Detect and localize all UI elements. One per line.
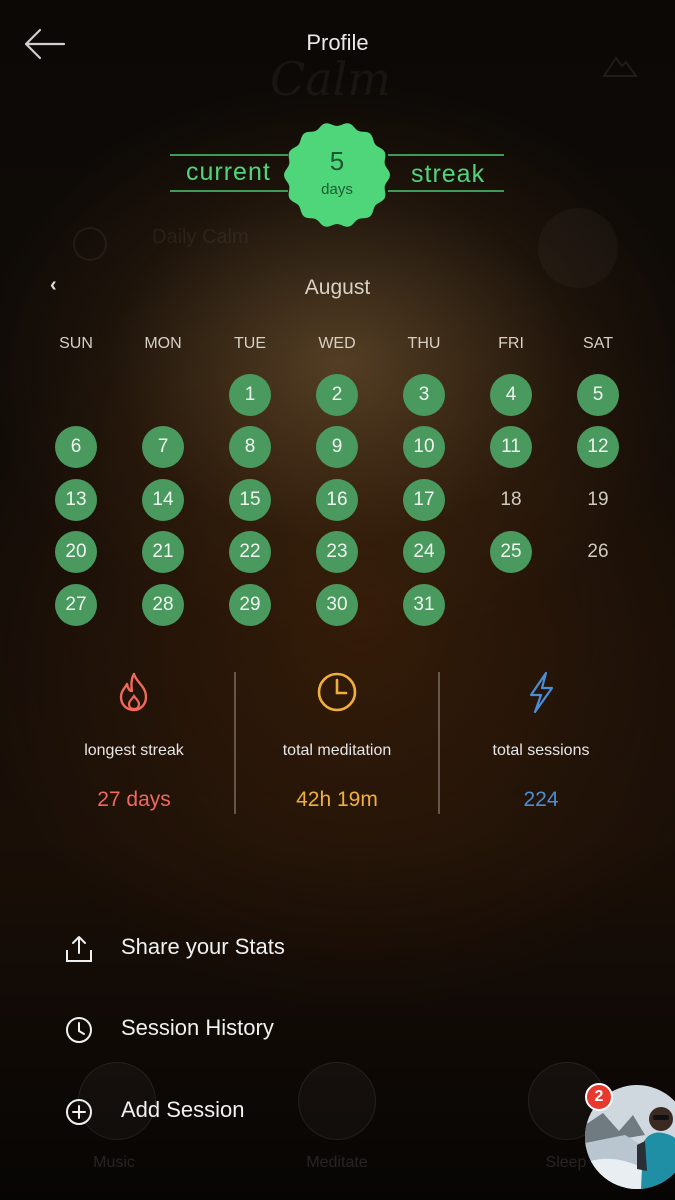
clock-icon bbox=[66, 1017, 92, 1043]
calendar-day[interactable]: 9 bbox=[316, 426, 358, 468]
streak-line-left-bottom bbox=[170, 190, 288, 192]
calendar-day[interactable]: 22 bbox=[229, 531, 271, 573]
weekday-tue: TUE bbox=[234, 335, 266, 352]
calendar-day[interactable]: 3 bbox=[403, 374, 445, 416]
calendar-day[interactable]: 15 bbox=[229, 479, 271, 521]
plus-circle-icon bbox=[66, 1099, 92, 1125]
calendar-day[interactable]: 2 bbox=[316, 374, 358, 416]
streak-line-left-top bbox=[170, 154, 288, 156]
streak-line-right-bottom bbox=[388, 190, 504, 192]
stat-divider bbox=[438, 672, 440, 814]
weekday-mon: MON bbox=[144, 335, 182, 352]
share-stats-label: Share your Stats bbox=[121, 934, 285, 959]
calendar-day[interactable]: 31 bbox=[403, 584, 445, 626]
weekday-fri: FRI bbox=[498, 335, 524, 352]
background-logo: Calm bbox=[270, 52, 391, 106]
stat-longest-streak-label: longest streak bbox=[84, 742, 184, 759]
background-daily-calm: Daily Calm bbox=[152, 226, 249, 248]
ghost-nav-music-label: Music bbox=[93, 1154, 135, 1171]
stat-total-sessions-label: total sessions bbox=[492, 742, 590, 759]
stat-total-meditation-value: 42h 19m bbox=[296, 788, 378, 811]
calendar-day[interactable]: 5 bbox=[577, 374, 619, 416]
calendar-day[interactable]: 10 bbox=[403, 426, 445, 468]
calendar-day[interactable]: 13 bbox=[55, 479, 97, 521]
session-history-button[interactable]: Session History bbox=[60, 1003, 560, 1055]
streak-label-streak: streak bbox=[411, 160, 486, 188]
weekday-wed: WED bbox=[318, 335, 356, 352]
calendar-day[interactable]: 28 bbox=[142, 584, 184, 626]
add-session-button[interactable]: Add Session bbox=[60, 1085, 560, 1137]
mountain-icon bbox=[602, 56, 638, 77]
calendar-day[interactable]: 25 bbox=[490, 531, 532, 573]
clock-icon bbox=[315, 670, 359, 714]
share-icon bbox=[66, 936, 92, 962]
weekday-sat: SAT bbox=[583, 335, 613, 352]
stat-longest-streak-value: 27 days bbox=[97, 788, 171, 811]
calendar-month: August bbox=[304, 276, 371, 299]
ghost-nav-meditate-label: Meditate bbox=[306, 1154, 368, 1171]
calendar-day[interactable]: 23 bbox=[316, 531, 358, 573]
background-sun-icon bbox=[73, 227, 107, 261]
calendar-day[interactable]: 30 bbox=[316, 584, 358, 626]
weekday-sun: SUN bbox=[59, 335, 93, 352]
flame-icon bbox=[112, 670, 156, 714]
calendar-day[interactable]: 4 bbox=[490, 374, 532, 416]
streak-count: 5 bbox=[329, 146, 345, 176]
streak-unit: days bbox=[321, 181, 353, 198]
calendar-day[interactable]: 27 bbox=[55, 584, 97, 626]
streak-line-right-top bbox=[388, 154, 504, 156]
calendar-day[interactable]: 16 bbox=[316, 479, 358, 521]
lightning-icon bbox=[519, 670, 563, 714]
calendar-day[interactable]: 19 bbox=[577, 479, 619, 521]
share-stats-button[interactable]: Share your Stats bbox=[60, 922, 560, 974]
calendar-day[interactable]: 20 bbox=[55, 531, 97, 573]
add-session-label: Add Session bbox=[121, 1097, 245, 1122]
session-history-label: Session History bbox=[121, 1015, 274, 1040]
calendar-day[interactable]: 8 bbox=[229, 426, 271, 468]
stat-total-meditation-label: total meditation bbox=[282, 742, 392, 759]
calendar-day[interactable]: 29 bbox=[229, 584, 271, 626]
stat-divider bbox=[234, 672, 236, 814]
calendar-day[interactable]: 7 bbox=[142, 426, 184, 468]
notification-badge: 2 bbox=[585, 1083, 613, 1111]
calendar-day[interactable]: 11 bbox=[490, 426, 532, 468]
weekday-thu: THU bbox=[407, 335, 441, 352]
stat-total-sessions-value: 224 bbox=[523, 788, 559, 811]
calendar-day[interactable]: 14 bbox=[142, 479, 184, 521]
calendar-day[interactable]: 21 bbox=[142, 531, 184, 573]
calendar-day[interactable]: 6 bbox=[55, 426, 97, 468]
calendar-day[interactable]: 26 bbox=[577, 531, 619, 573]
calendar-day[interactable]: 24 bbox=[403, 531, 445, 573]
calendar-day[interactable]: 1 bbox=[229, 374, 271, 416]
calendar-day[interactable]: 18 bbox=[490, 479, 532, 521]
calendar-day[interactable]: 12 bbox=[577, 426, 619, 468]
streak-label-current: current bbox=[186, 158, 271, 186]
calendar-day[interactable]: 17 bbox=[403, 479, 445, 521]
